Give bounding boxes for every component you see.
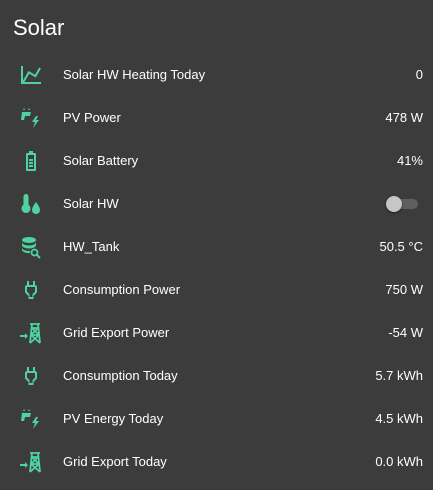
solar-power-icon bbox=[19, 106, 43, 130]
toggle-thumb bbox=[386, 196, 402, 212]
entity-row-hw-tank[interactable]: HW_Tank 50.5 °C bbox=[0, 225, 433, 268]
entity-list: Solar HW Heating Today 0 PV Power 478 W bbox=[0, 53, 433, 483]
thermometer-water-icon bbox=[19, 192, 43, 216]
entity-name: Solar Battery bbox=[63, 153, 139, 168]
entity-row-grid-export-today[interactable]: Grid Export Today 0.0 kWh bbox=[0, 440, 433, 483]
battery-icon bbox=[19, 149, 43, 173]
entity-state: 0 bbox=[415, 67, 423, 82]
entity-name: Solar HW Heating Today bbox=[63, 67, 206, 82]
power-plug-icon bbox=[19, 278, 43, 302]
entity-state: 478 W bbox=[385, 110, 423, 125]
entity-row-consumption-power[interactable]: Consumption Power 750 W bbox=[0, 268, 433, 311]
transmission-tower-export-icon bbox=[19, 450, 43, 474]
entity-row-pv-energy-today[interactable]: PV Energy Today 4.5 kWh bbox=[0, 397, 433, 440]
entity-state: 750 W bbox=[385, 282, 423, 297]
entity-name: HW_Tank bbox=[63, 239, 120, 254]
entity-state: 41% bbox=[396, 153, 423, 168]
entity-state: 4.5 kWh bbox=[375, 411, 423, 426]
entity-row-pv-power[interactable]: PV Power 478 W bbox=[0, 96, 433, 139]
entity-row-solar-hw-heating-today[interactable]: Solar HW Heating Today 0 bbox=[0, 53, 433, 96]
chart-line-icon bbox=[19, 63, 43, 87]
solar-hw-toggle[interactable] bbox=[386, 196, 418, 212]
entity-state: 0.0 kWh bbox=[375, 454, 423, 469]
entity-state: 5.7 kWh bbox=[375, 368, 423, 383]
entity-name: Consumption Today bbox=[63, 368, 178, 383]
entity-name: Grid Export Today bbox=[63, 454, 167, 469]
entity-row-solar-battery[interactable]: Solar Battery 41% bbox=[0, 139, 433, 182]
entity-row-grid-export-power[interactable]: Grid Export Power -54 W bbox=[0, 311, 433, 354]
entity-name: PV Energy Today bbox=[63, 411, 164, 426]
entity-row-solar-hw[interactable]: Solar HW bbox=[0, 182, 433, 225]
transmission-tower-export-icon bbox=[19, 321, 43, 345]
solar-power-icon bbox=[19, 407, 43, 431]
card-title: Solar bbox=[13, 15, 65, 40]
entity-state: -54 W bbox=[388, 325, 423, 340]
entity-state: 50.5 °C bbox=[379, 239, 423, 254]
power-plug-icon bbox=[19, 364, 43, 388]
entity-name: PV Power bbox=[63, 110, 121, 125]
entity-row-consumption-today[interactable]: Consumption Today 5.7 kWh bbox=[0, 354, 433, 397]
entity-name: Grid Export Power bbox=[63, 325, 170, 340]
solar-card: Solar Solar HW Heating Today 0 PV Power … bbox=[0, 0, 433, 490]
database-search-icon bbox=[19, 235, 43, 259]
entity-name: Solar HW bbox=[63, 196, 119, 211]
entity-name: Consumption Power bbox=[63, 282, 181, 297]
